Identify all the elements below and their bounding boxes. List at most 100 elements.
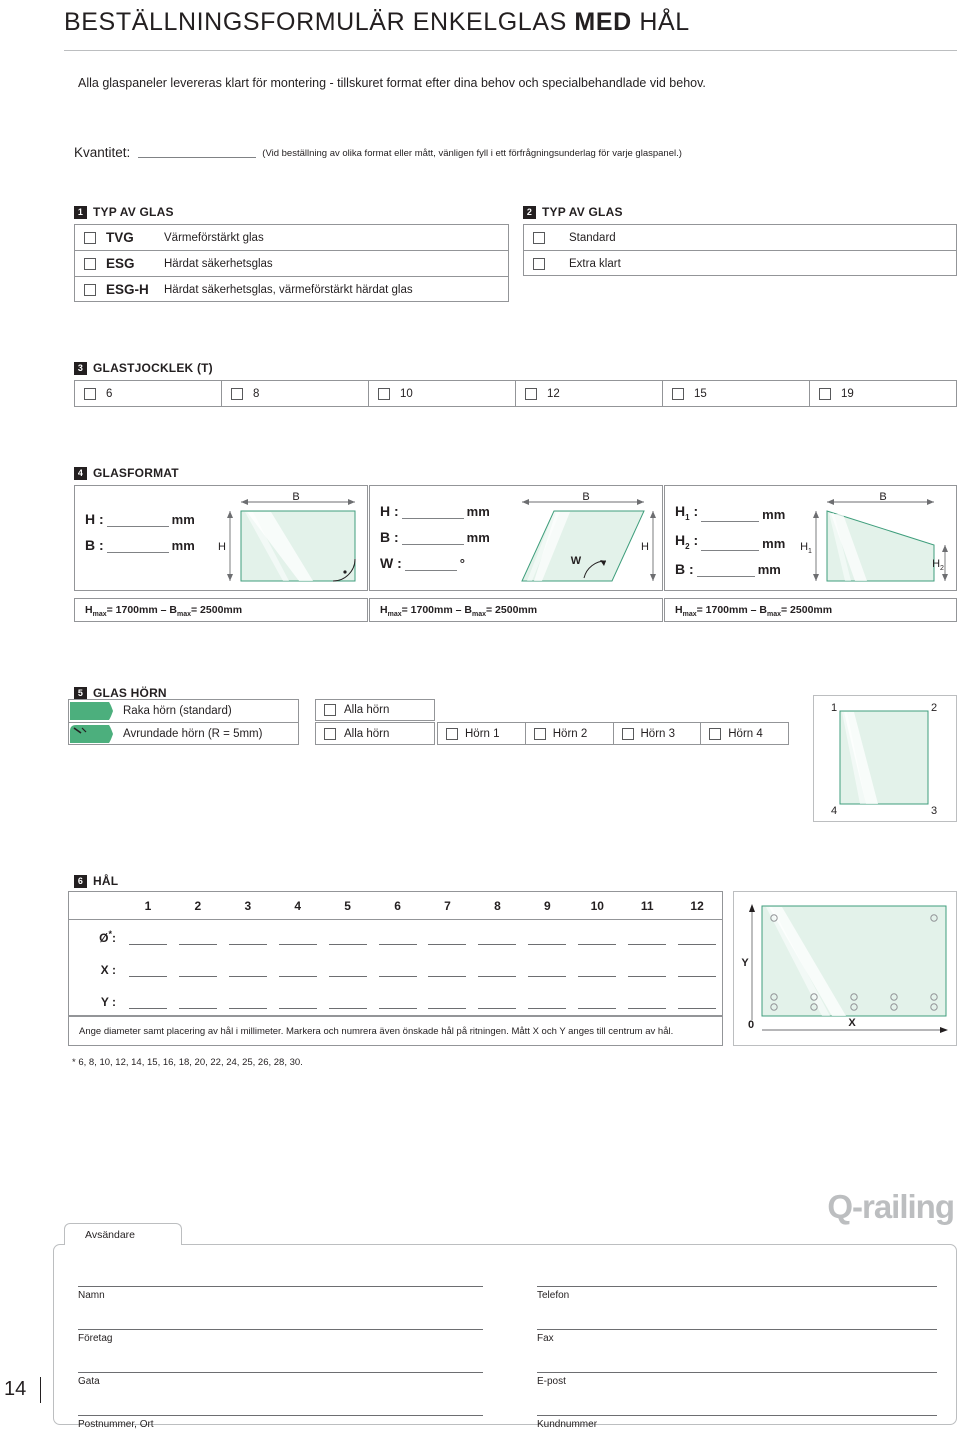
thickness-option-15[interactable]: 15 [663,381,810,406]
option-esgh-row[interactable]: ESG-H Härdat säkerhetsglas, värmeförstär… [75,277,508,302]
thickness-option-19[interactable]: 19 [810,381,956,406]
field-epost-input[interactable] [537,1372,937,1373]
checkbox-thickness-8[interactable] [231,387,243,400]
checkbox-corner-2[interactable] [533,727,546,740]
hole-x-input-4[interactable] [278,976,317,977]
field-postnummer-ort[interactable]: Postnummer, Ort [78,1415,483,1430]
thickness-option-6[interactable]: 6 [75,381,222,406]
hole-x-input-6[interactable] [378,976,417,977]
field-kundnummer[interactable]: Kundnummer [537,1415,937,1430]
field-foretag[interactable]: Företag [78,1329,483,1344]
hole-y-input-1[interactable] [128,1008,167,1009]
para-height-field[interactable]: H : mm [380,503,490,519]
checkbox-all-corners-straight[interactable] [324,704,336,716]
hole-x-input-11[interactable] [628,976,667,977]
all-corners-straight-row[interactable]: Alla hörn [316,700,434,720]
rect-height-field[interactable]: H : mm [85,511,195,527]
hole-y-input-2[interactable] [178,1008,217,1009]
hole-diameter-input-3[interactable] [228,944,267,945]
hole-diameter-input-6[interactable] [378,944,417,945]
hole-y-input-11[interactable] [628,1008,667,1009]
trap-width-input[interactable] [696,566,755,577]
checkbox-esgh[interactable] [84,283,96,296]
field-epost[interactable]: E-post [537,1372,937,1387]
field-telefon[interactable]: Telefon [537,1286,937,1301]
hole-diameter-input-12[interactable] [678,944,717,945]
para-angle-input[interactable] [404,560,457,571]
corner-type-rounded-row[interactable]: Avrundade hörn (R = 5mm) [69,723,298,745]
corner-1-cell[interactable]: Hörn 1 [438,723,526,744]
hole-x-input-8[interactable] [478,976,517,977]
rect-width-field[interactable]: B : mm [85,537,195,553]
hole-diameter-input-4[interactable] [278,944,317,945]
checkbox-all-corners-rounded[interactable] [324,727,336,740]
checkbox-esg[interactable] [84,257,96,270]
corner-2-cell[interactable]: Hörn 2 [526,723,614,744]
field-kundnummer-input[interactable] [537,1415,937,1416]
hole-x-input-12[interactable] [678,976,717,977]
checkbox-standard[interactable] [533,231,545,244]
checkbox-corner-3[interactable] [621,727,634,740]
hole-x-input-7[interactable] [428,976,467,977]
all-corners-straight-box[interactable]: Alla hörn [315,699,435,721]
para-height-input[interactable] [401,508,464,519]
option-extraklart-row[interactable]: Extra klart [524,251,956,276]
checkbox-corner-4[interactable] [709,727,722,740]
hole-x-input-5[interactable] [328,976,367,977]
checkbox-thickness-6[interactable] [84,387,96,400]
option-standard-row[interactable]: Standard [524,225,956,251]
hole-y-input-8[interactable] [478,1008,517,1009]
quantity-input[interactable] [138,146,257,158]
checkbox-tvg[interactable] [84,231,96,244]
para-width-field[interactable]: B : mm [380,529,490,545]
thickness-option-10[interactable]: 10 [369,381,516,406]
hole-diameter-input-9[interactable] [528,944,567,945]
field-gata[interactable]: Gata [78,1372,483,1387]
hole-x-input-2[interactable] [178,976,217,977]
checkbox-corner-1[interactable] [446,727,458,740]
field-foretag-input[interactable] [78,1329,483,1330]
hole-diameter-input-2[interactable] [178,944,217,945]
thickness-option-8[interactable]: 8 [222,381,369,406]
corner-type-straight-row[interactable]: Raka hörn (standard) [69,700,298,723]
field-fax-input[interactable] [537,1329,937,1330]
field-telefon-input[interactable] [537,1286,937,1287]
hole-y-input-10[interactable] [578,1008,617,1009]
hole-diameter-input-5[interactable] [328,944,367,945]
trap-width-field[interactable]: B : mm [675,561,785,577]
checkbox-thickness-15[interactable] [672,387,684,400]
hole-y-input-7[interactable] [428,1008,467,1009]
hole-diameter-input-7[interactable] [428,944,467,945]
hole-y-input-5[interactable] [328,1008,367,1009]
checkbox-extra-klart[interactable] [533,257,545,270]
all-corners-rounded-row[interactable]: Alla hörn [316,723,434,744]
rect-width-input[interactable] [106,542,169,553]
hole-y-input-9[interactable] [528,1008,567,1009]
hole-diameter-input-1[interactable] [128,944,167,945]
hole-y-input-3[interactable] [228,1008,267,1009]
option-tvg-row[interactable]: TVG Värmeförstärkt glas [75,225,508,251]
hole-diameter-input-10[interactable] [578,944,617,945]
checkbox-thickness-19[interactable] [819,387,831,400]
corner-3-cell[interactable]: Hörn 3 [614,723,702,744]
checkbox-thickness-10[interactable] [378,387,390,400]
hole-y-input-4[interactable] [278,1008,317,1009]
hole-x-input-10[interactable] [578,976,617,977]
trap-height2-field[interactable]: H2 : mm [675,532,785,551]
para-width-input[interactable] [401,534,464,545]
hole-x-input-1[interactable] [128,976,167,977]
hole-x-input-3[interactable] [228,976,267,977]
field-namn[interactable]: Namn [78,1286,483,1301]
trap-height1-field[interactable]: H1 : mm [675,503,785,522]
trap-height2-input[interactable] [701,540,760,551]
field-postnummer-ort-input[interactable] [78,1415,483,1416]
rect-height-input[interactable] [106,516,169,527]
para-angle-field[interactable]: W : ° [380,555,490,571]
hole-diameter-input-11[interactable] [628,944,667,945]
hole-diameter-input-8[interactable] [478,944,517,945]
hole-y-input-6[interactable] [378,1008,417,1009]
all-corners-rounded-box[interactable]: Alla hörn [315,722,435,745]
field-gata-input[interactable] [78,1372,483,1373]
field-fax[interactable]: Fax [537,1329,937,1344]
thickness-option-12[interactable]: 12 [516,381,663,406]
